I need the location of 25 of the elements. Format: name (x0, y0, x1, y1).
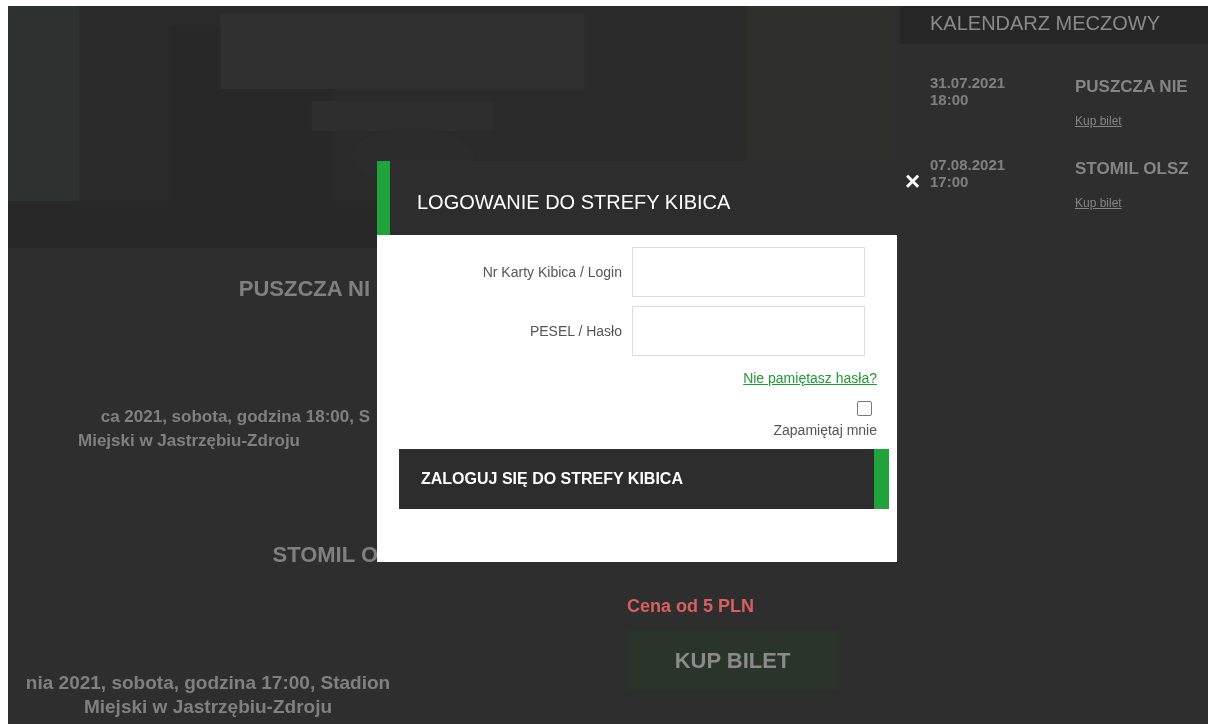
forgot-password-link[interactable]: Nie pamiętasz hasła? (743, 370, 877, 386)
input-field[interactable] (632, 247, 865, 297)
buy-ticket-link[interactable]: Kup bilet (1075, 193, 1189, 212)
field-label: PESEL / Hasło (528, 321, 623, 341)
login-button[interactable]: ZALOGUJ SIĘ DO STREFY KIBICA (399, 449, 889, 509)
calendar-header: KALENDARZ MECZOWY (900, 6, 1208, 44)
remember-label: Zapamiętaj mnie (773, 421, 877, 440)
match-details: Miejski w Jastrzębiu-Zdroju (82, 695, 334, 719)
match-details: nia 2021, sobota, godzina 17:00, Stadion (24, 671, 392, 695)
match-details: Miejski w Jastrzębiu-Zdroju (77, 430, 301, 452)
buy-ticket-button[interactable]: KUP BILET (627, 630, 838, 690)
match-title: PUSZCZA NIE (1075, 76, 1188, 98)
field-label: Nr Karty Kibica / Login (481, 262, 623, 282)
remember-checkbox[interactable] (857, 401, 872, 416)
match-title: PUSZCZA NI (237, 275, 370, 303)
ticket-price: Cena od 5 PLN (627, 595, 756, 618)
dialog-title: LOGOWANIE DO STREFY KIBICA (417, 190, 731, 215)
input-field[interactable] (632, 306, 865, 356)
match-details: ca 2021, sobota, godzina 18:00, S (99, 406, 370, 428)
close-button[interactable]: × (905, 168, 921, 194)
match-date: 31.07.2021 18:00 (930, 74, 1007, 110)
match-date: 07.08.2021 17:00 (930, 156, 1007, 192)
match-title: STOMIL OLSZ (1075, 158, 1189, 180)
buy-ticket-link[interactable]: Kup bilet (1075, 111, 1188, 130)
match-title: STOMIL O (271, 541, 379, 569)
